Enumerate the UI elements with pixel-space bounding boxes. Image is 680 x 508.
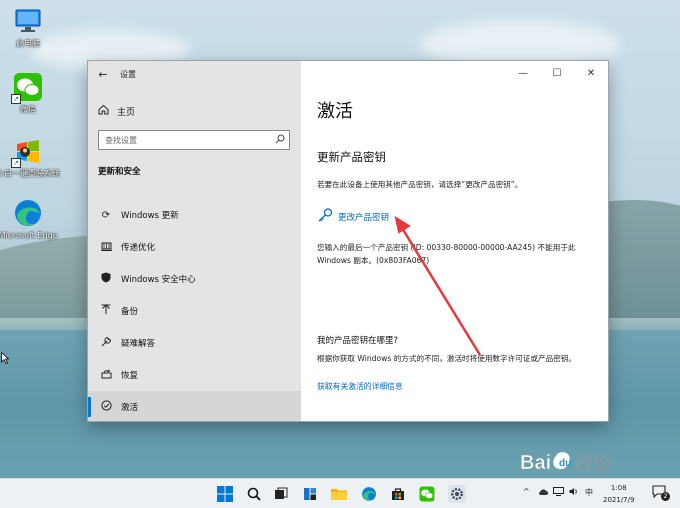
widgets-button[interactable]	[301, 485, 319, 503]
ime-indicator[interactable]: 中	[585, 487, 593, 498]
svg-text:经验: 经验	[576, 453, 611, 474]
taskbar-search-button[interactable]	[245, 485, 263, 503]
store-button[interactable]	[389, 485, 407, 503]
svg-text:Bai: Bai	[520, 452, 551, 474]
windows-logo-icon	[217, 486, 233, 502]
notification-badge: 2	[661, 492, 670, 501]
settings-taskbar-button[interactable]	[448, 485, 466, 503]
widgets-icon	[304, 488, 316, 500]
volume-icon[interactable]	[569, 487, 579, 498]
svg-text:du: du	[559, 458, 571, 469]
gear-icon	[450, 487, 464, 501]
notification-center-button[interactable]: 2	[652, 485, 670, 501]
file-explorer-button[interactable]	[330, 485, 348, 503]
wechat-icon	[419, 486, 435, 502]
task-view-button[interactable]	[272, 485, 290, 503]
start-button[interactable]	[216, 485, 234, 503]
annotation-arrow	[394, 215, 482, 356]
clock-date: 2021/7/9	[603, 496, 635, 504]
clock[interactable]: 1:08 2021/7/9	[603, 482, 634, 506]
store-icon	[392, 488, 404, 500]
taskbar: ^ 中 1:08 2021/7/9 2	[0, 478, 680, 508]
mouse-cursor-icon	[1, 352, 9, 364]
network-icon[interactable]	[553, 487, 564, 498]
folder-icon	[331, 489, 347, 500]
clock-time: 1:08	[610, 484, 627, 492]
baidu-jingyan-watermark: Bai du 经验	[518, 447, 652, 477]
cloud-sync-icon[interactable]	[538, 487, 548, 498]
edge-icon	[362, 487, 376, 501]
task-view-icon	[275, 487, 288, 499]
wechat-taskbar-button[interactable]	[418, 485, 436, 503]
edge-taskbar-button[interactable]	[360, 485, 378, 503]
search-icon	[247, 487, 261, 501]
tray-overflow-chevron-icon[interactable]: ^	[523, 487, 530, 496]
